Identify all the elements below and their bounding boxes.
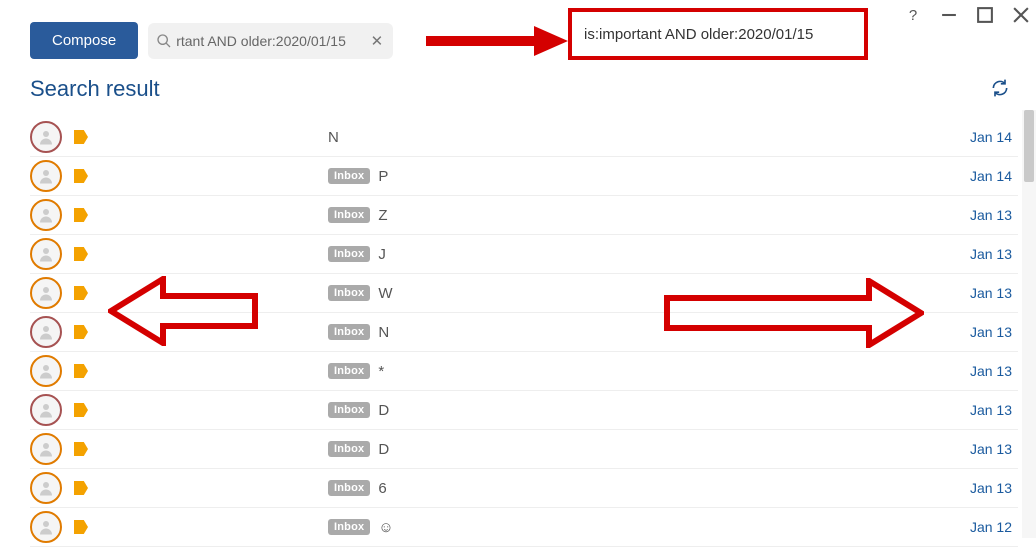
email-row[interactable]: Inbox ZJan 13: [30, 196, 1018, 235]
topbar: Compose ✕: [30, 22, 393, 59]
scrollbar-thumb[interactable]: [1024, 110, 1034, 182]
avatar: [30, 316, 62, 348]
clear-icon[interactable]: ✕: [369, 32, 386, 50]
email-date: Jan 13: [970, 402, 1012, 418]
avatar: [30, 199, 62, 231]
email-subject: D: [378, 402, 970, 419]
avatar: [30, 277, 62, 309]
email-date: Jan 14: [970, 168, 1012, 184]
important-flag-icon: [74, 520, 88, 534]
folder-badge: Inbox: [328, 402, 370, 418]
avatar: [30, 433, 62, 465]
email-row[interactable]: Inbox NJan 13: [30, 313, 1018, 352]
email-date: Jan 12: [970, 519, 1012, 535]
email-subject: N: [328, 129, 970, 146]
avatar: [30, 160, 62, 192]
email-row[interactable]: Inbox 6Jan 13: [30, 469, 1018, 508]
email-row[interactable]: NJan 14: [30, 118, 1018, 157]
email-row[interactable]: Inbox DJan 13: [30, 391, 1018, 430]
email-date: Jan 13: [970, 285, 1012, 301]
folder-badge: Inbox: [328, 285, 370, 301]
avatar: [30, 121, 62, 153]
important-flag-icon: [74, 364, 88, 378]
email-row[interactable]: Inbox ☺Jan 12: [30, 508, 1018, 547]
email-subject: W: [378, 285, 970, 302]
refresh-button[interactable]: [990, 78, 1010, 101]
important-flag-icon: [74, 208, 88, 222]
help-icon[interactable]: ?: [902, 4, 924, 26]
folder-badge: Inbox: [328, 207, 370, 223]
annotation-callout-text: is:important AND older:2020/01/15: [584, 26, 813, 43]
email-date: Jan 13: [970, 246, 1012, 262]
important-flag-icon: [74, 169, 88, 183]
folder-badge: Inbox: [328, 246, 370, 262]
annotation-arrow-to-callout: [426, 26, 568, 59]
folder-badge: Inbox: [328, 168, 370, 184]
email-row[interactable]: Inbox WJan 13: [30, 274, 1018, 313]
search-icon: [156, 33, 172, 49]
important-flag-icon: [74, 442, 88, 456]
folder-badge: Inbox: [328, 324, 370, 340]
search-input[interactable]: [172, 33, 368, 49]
folder-badge: Inbox: [328, 480, 370, 496]
folder-badge: Inbox: [328, 441, 370, 457]
scrollbar[interactable]: [1022, 110, 1036, 538]
email-date: Jan 13: [970, 324, 1012, 340]
email-row[interactable]: Inbox JJan 13: [30, 235, 1018, 274]
important-flag-icon: [74, 403, 88, 417]
folder-badge: Inbox: [328, 363, 370, 379]
email-row[interactable]: Inbox *Jan 13: [30, 352, 1018, 391]
important-flag-icon: [74, 286, 88, 300]
email-subject: N: [378, 324, 970, 341]
important-flag-icon: [74, 325, 88, 339]
email-date: Jan 14: [970, 129, 1012, 145]
email-date: Jan 13: [970, 363, 1012, 379]
email-row[interactable]: Inbox DJan 13: [30, 430, 1018, 469]
important-flag-icon: [74, 247, 88, 261]
email-subject: P: [378, 168, 970, 185]
email-subject: J: [378, 246, 970, 263]
search-box[interactable]: ✕: [148, 23, 393, 59]
email-list: NJan 14InboxPJan 14InboxZJan 13InboxJJan…: [30, 118, 1018, 538]
minimize-button[interactable]: [938, 4, 960, 26]
email-date: Jan 13: [970, 480, 1012, 496]
maximize-button[interactable]: [974, 4, 996, 26]
compose-button[interactable]: Compose: [30, 22, 138, 59]
email-date: Jan 13: [970, 441, 1012, 457]
email-subject: ☺: [378, 519, 970, 536]
email-subject: D: [378, 441, 970, 458]
email-subject: 6: [378, 480, 970, 497]
annotation-callout-box: is:important AND older:2020/01/15: [568, 8, 868, 60]
folder-badge: Inbox: [328, 519, 370, 535]
page-title: Search result: [30, 76, 160, 102]
avatar: [30, 394, 62, 426]
email-row[interactable]: Inbox PJan 14: [30, 157, 1018, 196]
important-flag-icon: [74, 481, 88, 495]
avatar: [30, 511, 62, 543]
email-subject: *: [378, 363, 970, 380]
email-date: Jan 13: [970, 207, 1012, 223]
close-button[interactable]: [1010, 4, 1032, 26]
avatar: [30, 355, 62, 387]
email-subject: Z: [378, 207, 970, 224]
avatar: [30, 238, 62, 270]
window-controls: ?: [902, 4, 1032, 26]
important-flag-icon: [74, 130, 88, 144]
avatar: [30, 472, 62, 504]
